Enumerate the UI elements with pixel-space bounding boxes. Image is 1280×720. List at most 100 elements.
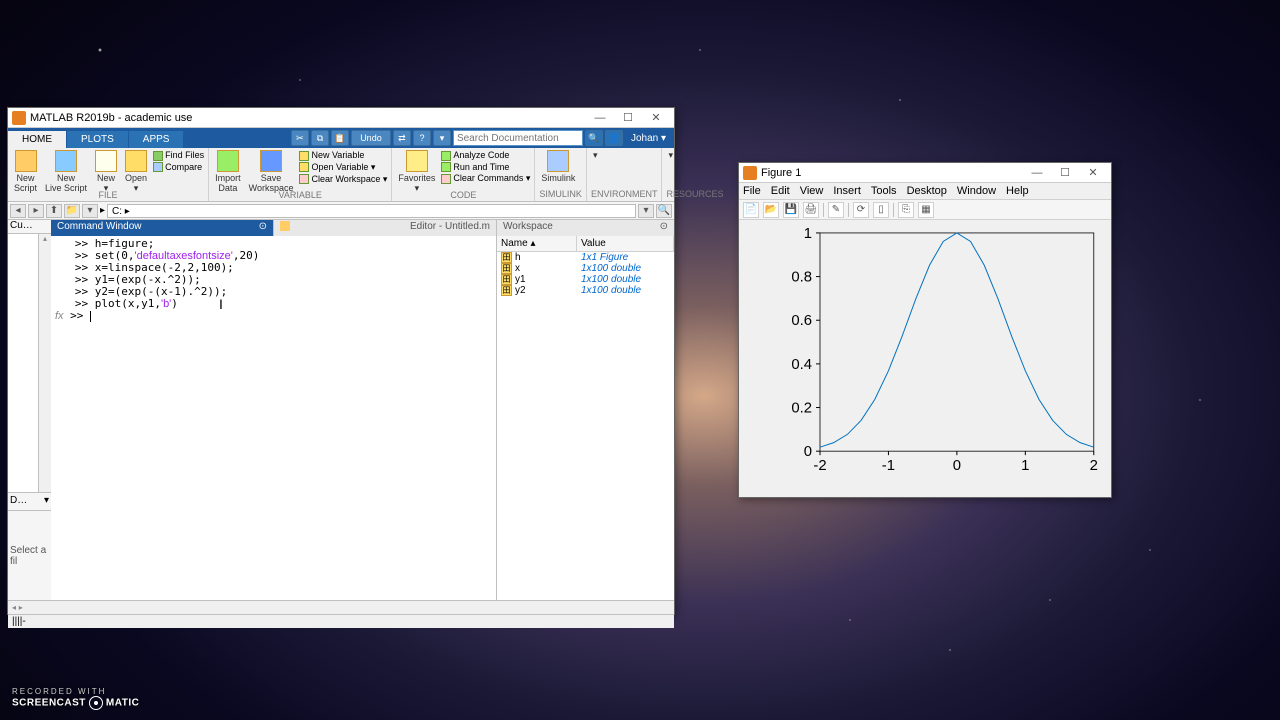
text-caret: I — [219, 298, 223, 310]
path-search-icon[interactable]: 🔍 — [656, 204, 672, 218]
new-button[interactable]: New ▾ — [93, 150, 119, 194]
workspace-menu-icon[interactable]: ⊙ — [660, 221, 668, 235]
svg-text:0.2: 0.2 — [791, 400, 812, 416]
user-menu[interactable]: Johan ▾ — [625, 133, 672, 144]
analyze-code-button[interactable]: Analyze Code — [441, 150, 530, 161]
editor-title[interactable]: Editor - Untitled.m — [273, 220, 496, 236]
browse-folder-icon[interactable]: 📁 — [64, 204, 80, 218]
workspace-row[interactable]: 田x1x100 double — [497, 263, 674, 274]
data-cursor-icon[interactable]: ▯ — [873, 202, 889, 218]
figure-window: Figure 1 — ☐ ✕ File Edit View Insert Tools De… — [738, 162, 1112, 498]
link-plot-icon[interactable]: ⎘ — [898, 202, 914, 218]
dock-icon[interactable]: ⊙ — [259, 221, 267, 235]
qat-dropdown-icon[interactable]: ▾ — [433, 130, 451, 146]
ribbon: New Script New Live Script New ▾ Open ▾ … — [8, 148, 674, 202]
menu-window[interactable]: Window — [957, 185, 996, 197]
environment-dropdown[interactable]: ▾ — [591, 150, 600, 161]
svg-text:0: 0 — [804, 444, 812, 460]
tab-plots[interactable]: PLOTS — [67, 131, 129, 148]
search-input[interactable] — [453, 130, 583, 146]
save-figure-icon[interactable]: 💾 — [783, 202, 799, 218]
new-variable-button[interactable]: New Variable — [299, 150, 387, 161]
insert-colorbar-icon[interactable]: ▦ — [918, 202, 934, 218]
matlab-window: MATLAB R2019b - academic use — ☐ ✕ HOME … — [7, 107, 675, 615]
figure-menubar: File Edit View Insert Tools Desktop Window Help — [739, 183, 1111, 200]
svg-text:1: 1 — [1021, 458, 1029, 473]
search-icon[interactable]: 🔍 — [585, 130, 603, 146]
screencast-logo-icon — [89, 696, 103, 710]
axes[interactable]: -2-101200.20.40.60.81 — [783, 225, 1103, 473]
qat-cut-icon[interactable]: ✂ — [291, 130, 309, 146]
undo-button[interactable]: Undo — [351, 130, 391, 146]
nav-up-icon[interactable]: ⬆ — [46, 204, 62, 218]
figure-titlebar[interactable]: Figure 1 — ☐ ✕ — [739, 163, 1111, 183]
matlab-titlebar[interactable]: MATLAB R2019b - academic use — ☐ ✕ — [8, 108, 674, 128]
window-title: MATLAB R2019b - academic use — [30, 112, 192, 124]
simulink-button[interactable]: Simulink — [539, 150, 577, 183]
signin-icon[interactable]: 👤 — [605, 130, 623, 146]
workspace-row[interactable]: 田y11x100 double — [497, 274, 674, 285]
editor-file-icon — [280, 221, 290, 231]
nav-history-icon[interactable]: ▾ — [82, 204, 98, 218]
svg-text:0.8: 0.8 — [791, 270, 812, 286]
clear-workspace-button[interactable]: Clear Workspace ▾ — [299, 174, 387, 185]
workspace-row[interactable]: 田y21x100 double — [497, 285, 674, 296]
new-live-script-button[interactable]: New Live Script — [43, 150, 89, 193]
ws-col-value[interactable]: Value — [577, 236, 674, 251]
qat-switch-icon[interactable]: ⇄ — [393, 130, 411, 146]
rotate-3d-icon[interactable]: ⟳ — [853, 202, 869, 218]
plot-canvas: -2-101200.20.40.60.81 — [783, 225, 1103, 473]
qat-paste-icon[interactable]: 📋 — [331, 130, 349, 146]
current-path[interactable]: C: ▸ — [107, 204, 636, 218]
close-button[interactable]: ✕ — [642, 111, 670, 124]
command-window[interactable]: >> h=figure; >> set(0,'defaultaxesfontsi… — [51, 236, 496, 600]
workspace-row[interactable]: 田h1x1 Figure — [497, 252, 674, 263]
nav-fwd-icon[interactable]: ▸ — [28, 204, 44, 218]
screencast-watermark: RECORDED WITH SCREENCASTMATIC — [12, 687, 139, 710]
menu-view[interactable]: View — [800, 185, 824, 197]
find-files-button[interactable]: Find Files — [153, 150, 204, 161]
minimize-button[interactable]: — — [586, 112, 614, 124]
command-window-title[interactable]: Command Window⊙ — [51, 220, 273, 236]
ws-col-name[interactable]: Name ▴ — [497, 236, 577, 251]
scrollbar[interactable]: ▴ — [39, 234, 51, 492]
help-icon[interactable]: ? — [413, 130, 431, 146]
open-figure-icon[interactable]: 📂 — [763, 202, 779, 218]
variable-icon: 田 — [501, 252, 512, 263]
status-text: ||||- — [12, 616, 26, 627]
workspace-title[interactable]: Workspace⊙ — [497, 220, 674, 236]
compare-button[interactable]: Compare — [153, 162, 204, 173]
fig-maximize-button[interactable]: ☐ — [1051, 166, 1079, 179]
tab-apps[interactable]: APPS — [129, 131, 185, 148]
nav-back-icon[interactable]: ◂ — [10, 204, 26, 218]
fig-minimize-button[interactable]: — — [1023, 167, 1051, 179]
fig-close-button[interactable]: ✕ — [1079, 166, 1107, 179]
tab-home[interactable]: HOME — [8, 131, 67, 148]
import-data-button[interactable]: Import Data — [213, 150, 243, 193]
run-and-time-button[interactable]: Run and Time — [441, 162, 530, 173]
menu-tools[interactable]: Tools — [871, 185, 897, 197]
current-folder-list[interactable] — [8, 234, 39, 492]
svg-text:1: 1 — [804, 226, 812, 242]
path-dropdown-icon[interactable]: ▾ — [638, 204, 654, 218]
qat-copy-icon[interactable]: ⧉ — [311, 130, 329, 146]
resources-dropdown[interactable]: ▾ — [666, 150, 675, 161]
center-column: Command Window⊙ Editor - Untitled.m >> h… — [51, 220, 496, 600]
ribbon-group-code: CODE — [396, 190, 530, 201]
menu-insert[interactable]: Insert — [833, 185, 861, 197]
favorites-button[interactable]: Favorites ▾ — [396, 150, 437, 194]
print-figure-icon[interactable]: 🖨 — [803, 202, 819, 218]
clear-commands-button[interactable]: Clear Commands ▾ — [441, 173, 530, 184]
new-figure-icon[interactable]: 📄 — [743, 202, 759, 218]
toolstrip-tabs: HOME PLOTS APPS ✂ ⧉ 📋 Undo ⇄ ? ▾ 🔍 👤 Joh… — [8, 128, 674, 148]
save-workspace-button[interactable]: Save Workspace — [247, 150, 296, 193]
open-variable-button[interactable]: Open Variable ▾ — [299, 162, 387, 173]
edit-plot-icon[interactable]: ✎ — [828, 202, 844, 218]
menu-file[interactable]: File — [743, 185, 761, 197]
maximize-button[interactable]: ☐ — [614, 111, 642, 124]
menu-desktop[interactable]: Desktop — [907, 185, 947, 197]
new-script-button[interactable]: New Script — [12, 150, 39, 193]
menu-help[interactable]: Help — [1006, 185, 1029, 197]
open-button[interactable]: Open ▾ — [123, 150, 149, 194]
menu-edit[interactable]: Edit — [771, 185, 790, 197]
